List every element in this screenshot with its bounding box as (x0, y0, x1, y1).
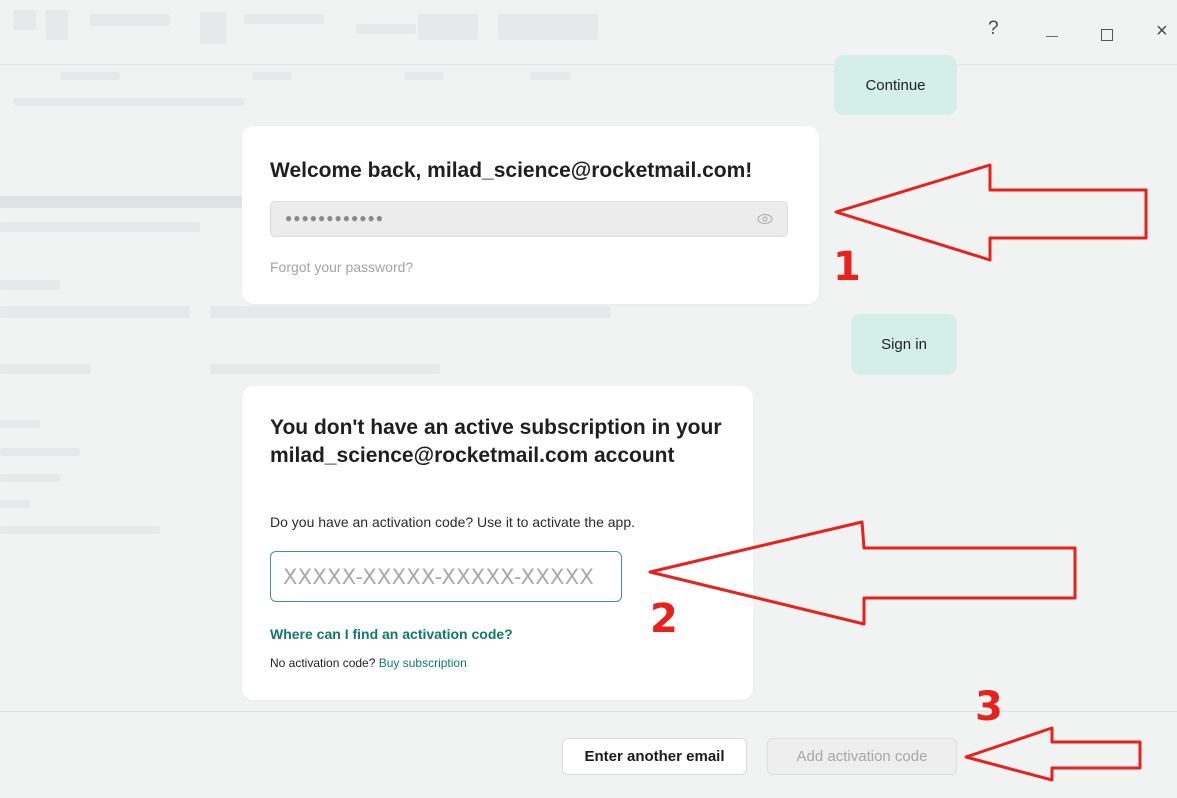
annotation-number-2: 2 (650, 596, 678, 642)
annotation-number-1: 1 (833, 244, 861, 290)
annotation-arrow-1 (834, 163, 1148, 262)
annotation-arrows (648, 163, 1148, 782)
annotation-arrow-3 (964, 726, 1142, 782)
annotation-number-3: 3 (975, 684, 1003, 730)
annotation-arrow-2 (648, 520, 1077, 626)
